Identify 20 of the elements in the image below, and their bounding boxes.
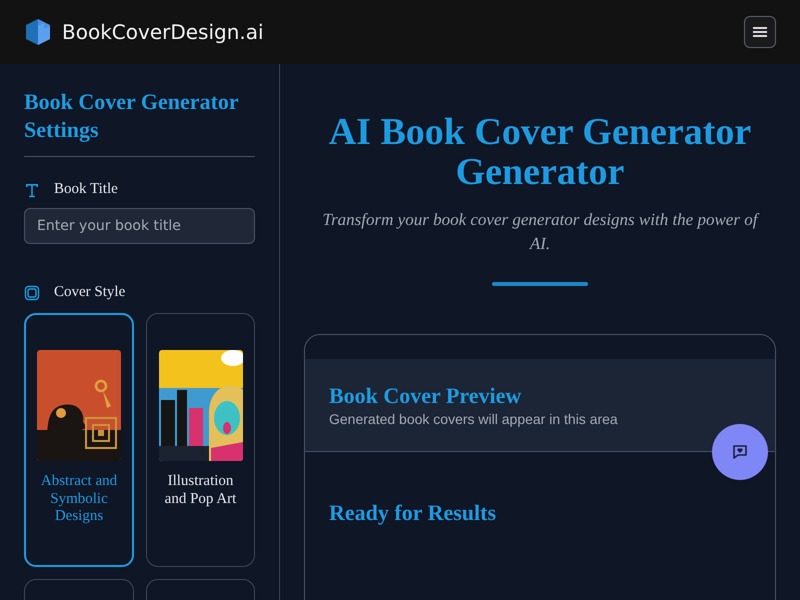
menu-icon — [753, 26, 767, 38]
chat-heart-icon — [732, 444, 748, 460]
cube-logo-icon — [24, 17, 52, 47]
style-card[interactable]: Abstract and Symbolic Designs — [24, 313, 134, 567]
preview-subtitle: Generated book covers will appear in this area — [329, 411, 619, 427]
style-name: Illustration and Pop Art — [164, 473, 238, 508]
brand-name[interactable]: BookCoverDesign.ai — [62, 20, 264, 44]
text-icon — [24, 182, 40, 198]
layers-icon — [24, 284, 40, 300]
page-title: AI Book Cover Generator Generator — [328, 112, 752, 192]
book-title-field[interactable]: Enter your book title — [24, 208, 255, 244]
preview-title: Book Cover Preview — [329, 383, 522, 409]
style-name: Abstract and Symbolic Designs — [40, 473, 118, 526]
field-label: Book Title — [54, 181, 118, 198]
status-heading: Ready for Results — [329, 500, 498, 526]
field-label: Cover Style — [54, 284, 126, 301]
sidebar-title: Book Cover Generator Settings — [24, 88, 255, 157]
style-card[interactable]: Illustration and Pop Art — [146, 313, 255, 567]
page-subtitle: Transform your book cover generator designs with the power of AI. — [322, 209, 760, 255]
menu-button[interactable] — [744, 16, 776, 48]
